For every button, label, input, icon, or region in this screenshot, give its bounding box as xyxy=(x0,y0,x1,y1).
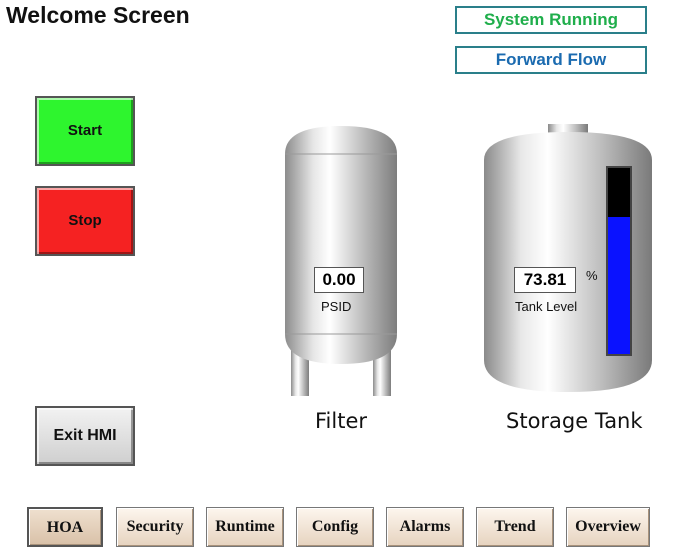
tank-level-bar xyxy=(606,166,632,356)
tank-level-fill xyxy=(608,216,630,354)
percent-unit: % xyxy=(586,268,598,283)
nav-security-button[interactable]: Security xyxy=(116,507,194,547)
flow-direction-status: Forward Flow xyxy=(455,46,647,74)
system-running-status: System Running xyxy=(455,6,647,34)
storage-tank-name-label: Storage Tank xyxy=(506,409,643,433)
nav-trend-button[interactable]: Trend xyxy=(476,507,554,547)
filter-psid-label: PSID xyxy=(321,299,352,314)
tank-level-value: 73.81 xyxy=(514,267,576,293)
exit-hmi-button[interactable]: Exit HMI xyxy=(35,406,135,466)
filter-name-label: Filter xyxy=(315,409,368,433)
nav-runtime-button[interactable]: Runtime xyxy=(206,507,284,547)
filter-psid-value: 0.00 xyxy=(314,267,364,293)
page-title: Welcome Screen xyxy=(6,2,190,28)
stop-button[interactable]: Stop xyxy=(35,186,135,256)
nav-config-button[interactable]: Config xyxy=(296,507,374,547)
nav-hoa-button[interactable]: HOA xyxy=(27,507,103,547)
nav-overview-button[interactable]: Overview xyxy=(566,507,650,547)
tank-level-label: Tank Level xyxy=(515,299,578,314)
start-button[interactable]: Start xyxy=(35,96,135,166)
nav-alarms-button[interactable]: Alarms xyxy=(386,507,464,547)
